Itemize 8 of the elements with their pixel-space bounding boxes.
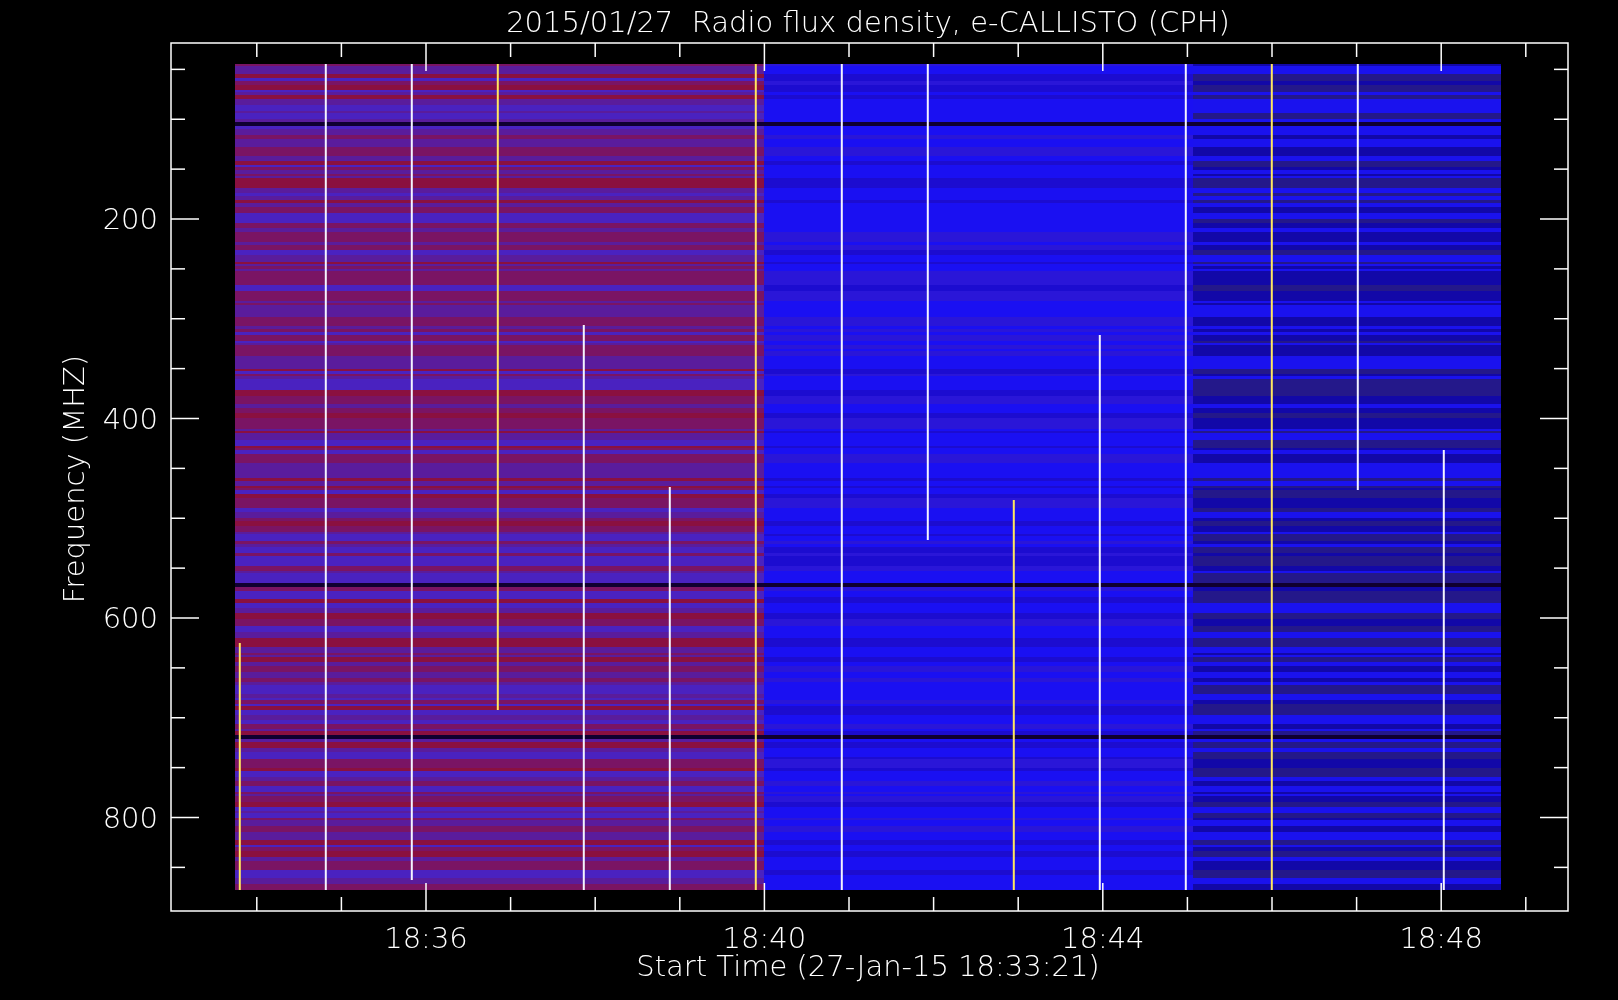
y-tick-label: 800 [102,800,158,835]
y-tick-label: 400 [102,401,158,436]
x-tick-label: 18:36 [384,921,468,955]
chart-title: 2015/01/27 Radio flux density, e-CALLISTO (CPH) [506,5,1230,39]
y-axis-label: Frequency (MHZ) [57,354,91,604]
y-tick-label: 600 [102,601,158,635]
y-tick-label: 200 [102,202,158,236]
x-tick-label: 18:48 [1399,921,1483,955]
